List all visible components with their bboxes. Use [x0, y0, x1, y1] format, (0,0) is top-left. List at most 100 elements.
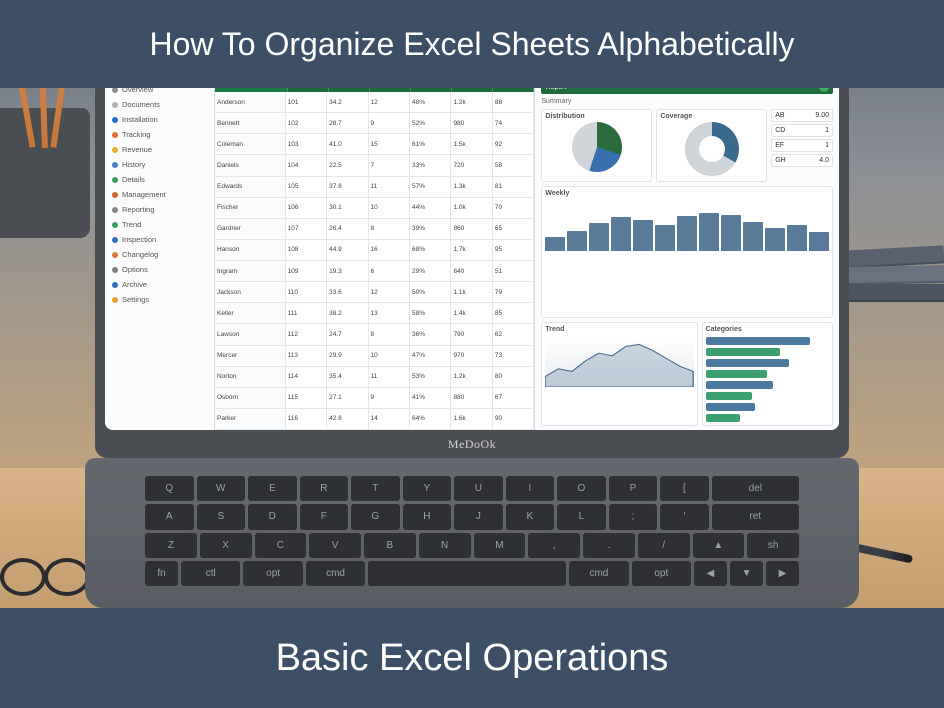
- keyboard-key: del: [712, 476, 799, 501]
- keyboard-key: fn: [145, 561, 178, 586]
- table-cell: 115: [286, 388, 327, 408]
- table-cell: 108: [286, 240, 327, 260]
- area-chart: [545, 335, 693, 387]
- table-cell: 112: [286, 324, 327, 344]
- keyboard-key: X: [200, 533, 252, 558]
- table-cell: 24.7: [327, 324, 368, 344]
- keyboard-key: S: [197, 504, 246, 529]
- bar-chart-panel: Weekly: [541, 186, 833, 318]
- sidebar-item[interactable]: Installation: [109, 112, 210, 127]
- table-cell: 44%: [410, 198, 451, 218]
- table-row[interactable]: Lawson11224.7836%79062: [215, 324, 534, 345]
- keyboard-key: opt: [243, 561, 302, 586]
- sidebar-item[interactable]: History: [109, 157, 210, 172]
- table-cell: Norton: [215, 367, 286, 387]
- table-cell: 41%: [410, 388, 451, 408]
- pencil-icon: [10, 88, 35, 148]
- table-cell: 58: [493, 155, 534, 175]
- sidebar-item[interactable]: Revenue: [109, 142, 210, 157]
- table-cell: 26.4: [327, 219, 368, 239]
- table-cell: 860: [451, 219, 492, 239]
- bullet-icon: [112, 297, 118, 303]
- keyboard-key: P: [609, 476, 658, 501]
- table-row[interactable]: Parker11642.81464%1.6k90: [215, 409, 534, 430]
- table-cell: 44.9: [327, 240, 368, 260]
- bar: [545, 237, 565, 251]
- table-row[interactable]: Ingram10919.3629%64051: [215, 261, 534, 282]
- sidebar-item[interactable]: Changelog: [109, 247, 210, 262]
- table-cell: 48%: [410, 92, 451, 112]
- table-cell: 1.3k: [451, 177, 492, 197]
- sidebar-item[interactable]: Archive: [109, 277, 210, 292]
- keyboard-key: L: [557, 504, 606, 529]
- bullet-icon: [112, 132, 118, 138]
- bullet-icon: [112, 207, 118, 213]
- table-row[interactable]: Gardner10726.4839%86065: [215, 219, 534, 240]
- keyboard-key: ret: [712, 504, 799, 529]
- keyboard-key: ▲: [693, 533, 745, 558]
- table-cell: 101: [286, 92, 327, 112]
- panel-title: Weekly: [545, 190, 829, 197]
- donut-chart-panel: Coverage: [656, 109, 767, 182]
- keyboard-key: [: [660, 476, 709, 501]
- laptop-brand-label: MeDoOk: [95, 437, 849, 452]
- sidebar-item[interactable]: Options: [109, 262, 210, 277]
- keyboard-key: opt: [632, 561, 691, 586]
- table-cell: 980: [451, 113, 492, 133]
- sidebar-item[interactable]: Trend: [109, 217, 210, 232]
- sidebar-item-label: Revenue: [122, 145, 152, 154]
- sidebar-item-label: Management: [122, 190, 166, 199]
- table-cell: 9: [369, 113, 410, 133]
- table-row[interactable]: Hanson10844.91668%1.7k95: [215, 240, 534, 261]
- keyboard-key: D: [248, 504, 297, 529]
- table-row[interactable]: Jackson11033.61250%1.1k79: [215, 282, 534, 303]
- table-cell: 39%: [410, 219, 451, 239]
- bullet-icon: [112, 252, 118, 258]
- table-row[interactable]: Fischer10630.11044%1.0k70: [215, 198, 534, 219]
- donut-chart-icon: [685, 122, 739, 176]
- bar: [787, 225, 807, 251]
- bullet-icon: [112, 192, 118, 198]
- stat-item: AB9.00: [771, 109, 833, 122]
- hero-scene: OverviewDocumentsInstallationTracking Rev…: [0, 88, 944, 608]
- dashboard-area: Report Summary Distribution Coverage: [534, 88, 839, 430]
- keyboard-key: U: [454, 476, 503, 501]
- table-cell: Edwards: [215, 177, 286, 197]
- sidebar-item[interactable]: Inspection: [109, 232, 210, 247]
- sidebar-item[interactable]: Details: [109, 172, 210, 187]
- keyboard-key: T: [351, 476, 400, 501]
- table-row[interactable]: Edwards10537.81157%1.3k81: [215, 177, 534, 198]
- bullet-icon: [112, 117, 118, 123]
- stats-panel: AB9.00CD1EF1GH4.0: [771, 109, 833, 182]
- table-cell: 64%: [410, 409, 451, 429]
- table-cell: 1.2k: [451, 92, 492, 112]
- table-cell: 27.1: [327, 388, 368, 408]
- sidebar-item[interactable]: Management: [109, 187, 210, 202]
- table-row[interactable]: Daniels10422.5733%72058: [215, 155, 534, 176]
- sidebar-item[interactable]: Tracking: [109, 127, 210, 142]
- pie-chart-icon: [572, 122, 622, 172]
- table-row[interactable]: Norton11435.41153%1.2k80: [215, 367, 534, 388]
- table-cell: 10: [369, 346, 410, 366]
- bar: [611, 217, 631, 251]
- sidebar-item[interactable]: Reporting: [109, 202, 210, 217]
- bar: [677, 216, 697, 251]
- table-row[interactable]: Osborn11527.1941%88067: [215, 388, 534, 409]
- table-row[interactable]: Bennett10228.7952%98074: [215, 113, 534, 134]
- table-row[interactable]: Coleman10341.01561%1.5k92: [215, 134, 534, 155]
- table-row[interactable]: Mercer11329.91047%97073: [215, 346, 534, 367]
- pie-chart-panel: Distribution: [541, 109, 652, 182]
- laptop-lid: OverviewDocumentsInstallationTracking Rev…: [95, 88, 849, 458]
- sidebar-item[interactable]: Overview: [109, 88, 210, 97]
- stat-item: CD1: [771, 124, 833, 137]
- table-cell: Bennett: [215, 113, 286, 133]
- sidebar-item[interactable]: Settings: [109, 292, 210, 307]
- table-row[interactable]: Anderson10134.21248%1.2k88: [215, 92, 534, 113]
- table-cell: 68%: [410, 240, 451, 260]
- keyboard-key: C: [255, 533, 307, 558]
- table-cell: 15: [369, 134, 410, 154]
- pencil-cup: [0, 108, 90, 238]
- sidebar-item[interactable]: Documents: [109, 97, 210, 112]
- table-row[interactable]: Keller11138.21358%1.4k85: [215, 303, 534, 324]
- keyboard-key: Y: [403, 476, 452, 501]
